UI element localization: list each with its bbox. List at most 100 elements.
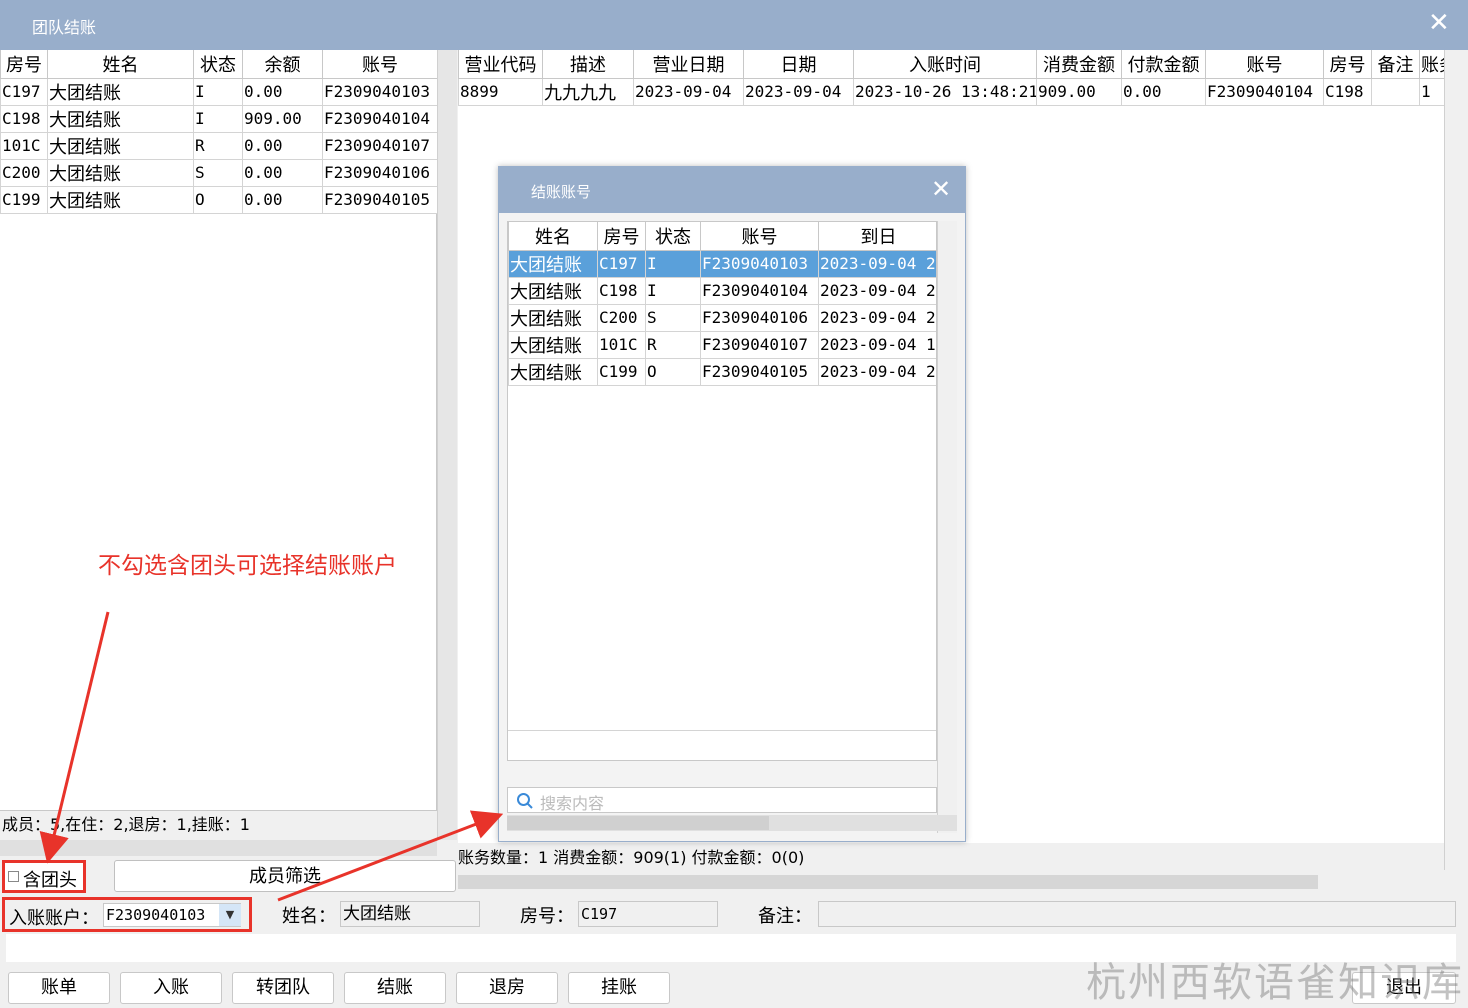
account-col-header[interactable]: 到日 [818, 222, 936, 251]
account-cell: 大团结账 [508, 357, 598, 386]
member-row[interactable]: C197 大团结账 I 0.00 F2309040103 [0, 77, 438, 106]
include-head-label: 含团头 [23, 870, 77, 891]
account-label: 入账账户： [9, 908, 99, 929]
account-cell: R [645, 330, 701, 359]
transfer-group-button[interactable]: 转团队 [232, 972, 334, 1004]
scroll-thumb[interactable] [458, 875, 1318, 889]
transaction-row[interactable]: 8899 九九九九 2023-09-04 2023-09-04 2023-10-26 1… [458, 77, 1444, 106]
member-cell: C198 [0, 104, 48, 133]
member-cell: F2309040107 [322, 131, 438, 160]
transaction-summary: 账务数量：1 消费金额：909(1) 付款金额：0(0) [458, 843, 1444, 873]
search-input[interactable]: 搜索内容 [507, 787, 937, 813]
account-cell: F2309040107 [700, 330, 819, 359]
account-col-header[interactable]: 姓名 [508, 222, 598, 251]
remark-field[interactable] [818, 901, 1456, 927]
account-col-header[interactable]: 状态 [645, 222, 701, 251]
account-cell: I [645, 276, 701, 305]
member-cell: 909.00 [242, 104, 323, 133]
name-label: 姓名： [282, 906, 336, 927]
member-list-hscrollbar[interactable] [0, 840, 437, 856]
account-row[interactable]: 大团结账 C199 O F2309040105 2023-09-04 23 [508, 357, 936, 386]
member-col-header[interactable]: 房号 [0, 50, 48, 79]
member-row[interactable]: 101C 大团结账 R 0.00 F2309040107 [0, 131, 438, 160]
account-cell: F2309040106 [700, 303, 819, 332]
transaction-col-header[interactable]: 备注 [1371, 50, 1420, 79]
account-cell: 2023-09-04 23 [818, 249, 936, 278]
transaction-col-header[interactable]: 消费金额 [1036, 50, 1122, 79]
transaction-col-header[interactable]: 付款金额 [1121, 50, 1206, 79]
account-row[interactable]: 大团结账 C197 I F2309040103 2023-09-04 23 [508, 249, 936, 278]
bill-button[interactable]: 账单 [8, 972, 110, 1004]
dialog-scroll-thumb[interactable] [507, 816, 769, 830]
hang-account-button[interactable]: 挂账 [568, 972, 670, 1004]
member-list-scrollbar[interactable] [437, 50, 457, 840]
account-cell: F2309040104 [700, 276, 819, 305]
account-cell: F2309040105 [700, 357, 819, 386]
account-cell: C199 [597, 357, 646, 386]
account-cell: I [645, 249, 701, 278]
transaction-table: 营业代码描述营业日期日期入账时间消费金额付款金额账号房号备注账务 8899九九九… [458, 50, 1444, 106]
transaction-col-header[interactable]: 房号 [1323, 50, 1372, 79]
member-cell: 0.00 [242, 158, 323, 187]
member-cell: I [193, 104, 243, 133]
transaction-col-header[interactable]: 入账时间 [853, 50, 1037, 79]
member-col-header[interactable]: 账号 [322, 50, 438, 79]
member-row[interactable]: C199 大团结账 O 0.00 F2309040105 [0, 185, 438, 214]
account-cell: 2023-09-04 23 [818, 303, 936, 332]
member-filter-button[interactable]: 成员筛选 [114, 860, 456, 892]
include-head-checkbox[interactable]: 含团头 [2, 860, 86, 893]
close-icon[interactable]: ✕ [1428, 8, 1450, 38]
checkout-button[interactable]: 结账 [344, 972, 446, 1004]
transaction-scrollbar[interactable] [1444, 50, 1466, 870]
account-selector-box: 入账账户： F2309040103 ▼ [2, 897, 252, 932]
dialog-list: 姓名 房号 状态 账号 到日 大团结账 C197 I F2309040103 2023-09-0… [507, 221, 937, 761]
checkbox-box[interactable] [8, 871, 19, 882]
account-cell: 大团结账 [508, 303, 598, 332]
transaction-col-header[interactable]: 日期 [743, 50, 854, 79]
account-cell: 2023-09-04 18 [818, 330, 936, 359]
member-cell: 大团结账 [47, 131, 194, 160]
account-col-header[interactable]: 房号 [597, 222, 646, 251]
dialog-scrollbar[interactable] [937, 221, 957, 833]
member-cell: 大团结账 [47, 77, 194, 106]
account-row[interactable]: 大团结账 C198 I F2309040104 2023-09-04 23 [508, 276, 936, 305]
member-cell: F2309040106 [322, 158, 438, 187]
account-cell: S [645, 303, 701, 332]
transaction-col-header[interactable]: 描述 [542, 50, 634, 79]
search-icon [517, 793, 533, 809]
member-cell: 大团结账 [47, 104, 194, 133]
checkout-room-button[interactable]: 退房 [456, 972, 558, 1004]
transaction-cell: 九九九九 [542, 77, 634, 106]
member-cell: F2309040105 [322, 185, 438, 214]
dialog-title: 结账账号 [531, 183, 592, 201]
transaction-col-header[interactable]: 营业代码 [458, 50, 543, 79]
checkout-account-dialog: 结账账号 ✕ 姓名 房号 状态 账号 到日 大团结账 C197 I F2309040103 20… [498, 166, 966, 842]
account-col-header[interactable]: 账号 [700, 222, 819, 251]
member-cell: 大团结账 [47, 185, 194, 214]
member-col-header[interactable]: 状态 [193, 50, 243, 79]
member-col-header[interactable]: 余额 [242, 50, 323, 79]
transaction-cell: F2309040104 [1205, 77, 1324, 106]
chevron-down-icon[interactable]: ▼ [219, 904, 241, 926]
member-row[interactable]: C198 大团结账 I 909.00 F2309040104 [0, 104, 438, 133]
dialog-close-icon[interactable]: ✕ [931, 175, 951, 203]
member-row[interactable]: C200 大团结账 S 0.00 F2309040106 [0, 158, 438, 187]
post-button[interactable]: 入账 [120, 972, 222, 1004]
transaction-col-header[interactable]: 账号 [1205, 50, 1324, 79]
account-row[interactable]: 大团结账 101C R F2309040107 2023-09-04 18 [508, 330, 936, 359]
transaction-cell [1371, 77, 1420, 106]
dialog-hscrollbar[interactable] [507, 815, 957, 831]
transaction-col-header[interactable]: 营业日期 [633, 50, 744, 79]
transaction-col-header[interactable]: 账务 [1419, 50, 1444, 79]
account-cell: 大团结账 [508, 249, 598, 278]
name-field: 大团结账 [340, 901, 480, 927]
account-row[interactable]: 大团结账 C200 S F2309040106 2023-09-04 23 [508, 303, 936, 332]
account-cell: 大团结账 [508, 330, 598, 359]
list-divider [508, 730, 936, 731]
member-cell: R [193, 131, 243, 160]
member-col-header[interactable]: 姓名 [47, 50, 194, 79]
account-cell: O [645, 357, 701, 386]
transaction-cell: 8899 [458, 77, 543, 106]
transaction-hscrollbar[interactable] [458, 873, 1466, 891]
account-cell: C198 [597, 276, 646, 305]
